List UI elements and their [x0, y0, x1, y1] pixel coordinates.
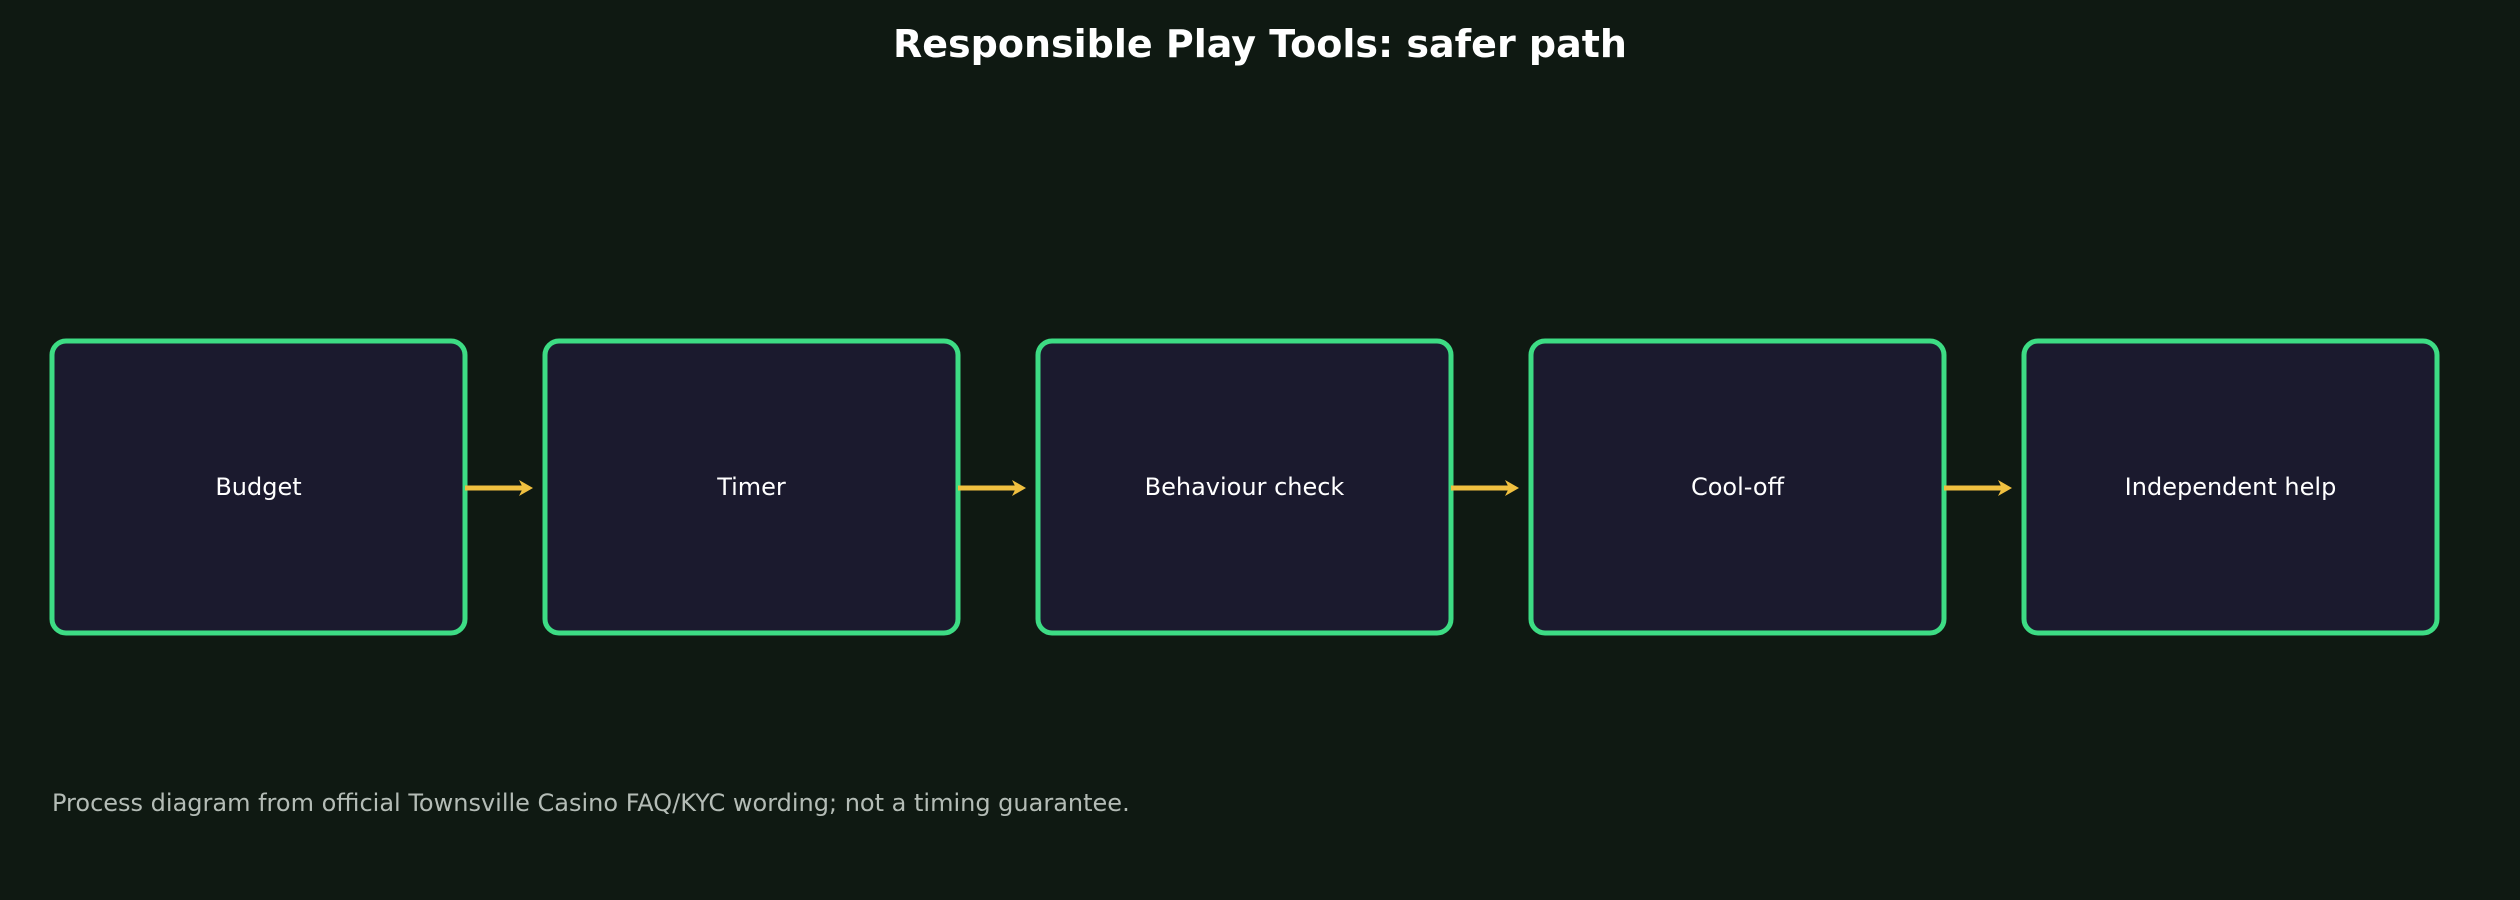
process-step-label: Independent help [2125, 473, 2337, 501]
process-step-label: Timer [716, 473, 786, 501]
process-step-label: Cool-off [1691, 473, 1785, 501]
process-flow: Budget Timer Behaviour check Cool-off Indepe… [49, 338, 2440, 636]
process-step: Behaviour check [1035, 338, 1454, 636]
process-step: Cool-off [1528, 338, 1947, 636]
process-step: Independent help [2021, 338, 2440, 636]
process-step: Budget [49, 338, 468, 636]
flow-arrow [1944, 480, 2012, 496]
flow-arrow [1451, 480, 1519, 496]
process-step-label: Budget [215, 473, 301, 501]
footnote: Process diagram from official Townsville… [52, 789, 1130, 817]
process-step: Timer [542, 338, 961, 636]
diagram-canvas: Responsible Play Tools: safer path Budge… [0, 0, 2520, 900]
flow-arrow [958, 480, 1026, 496]
flow-arrow [465, 480, 533, 496]
process-step-label: Behaviour check [1145, 473, 1345, 501]
